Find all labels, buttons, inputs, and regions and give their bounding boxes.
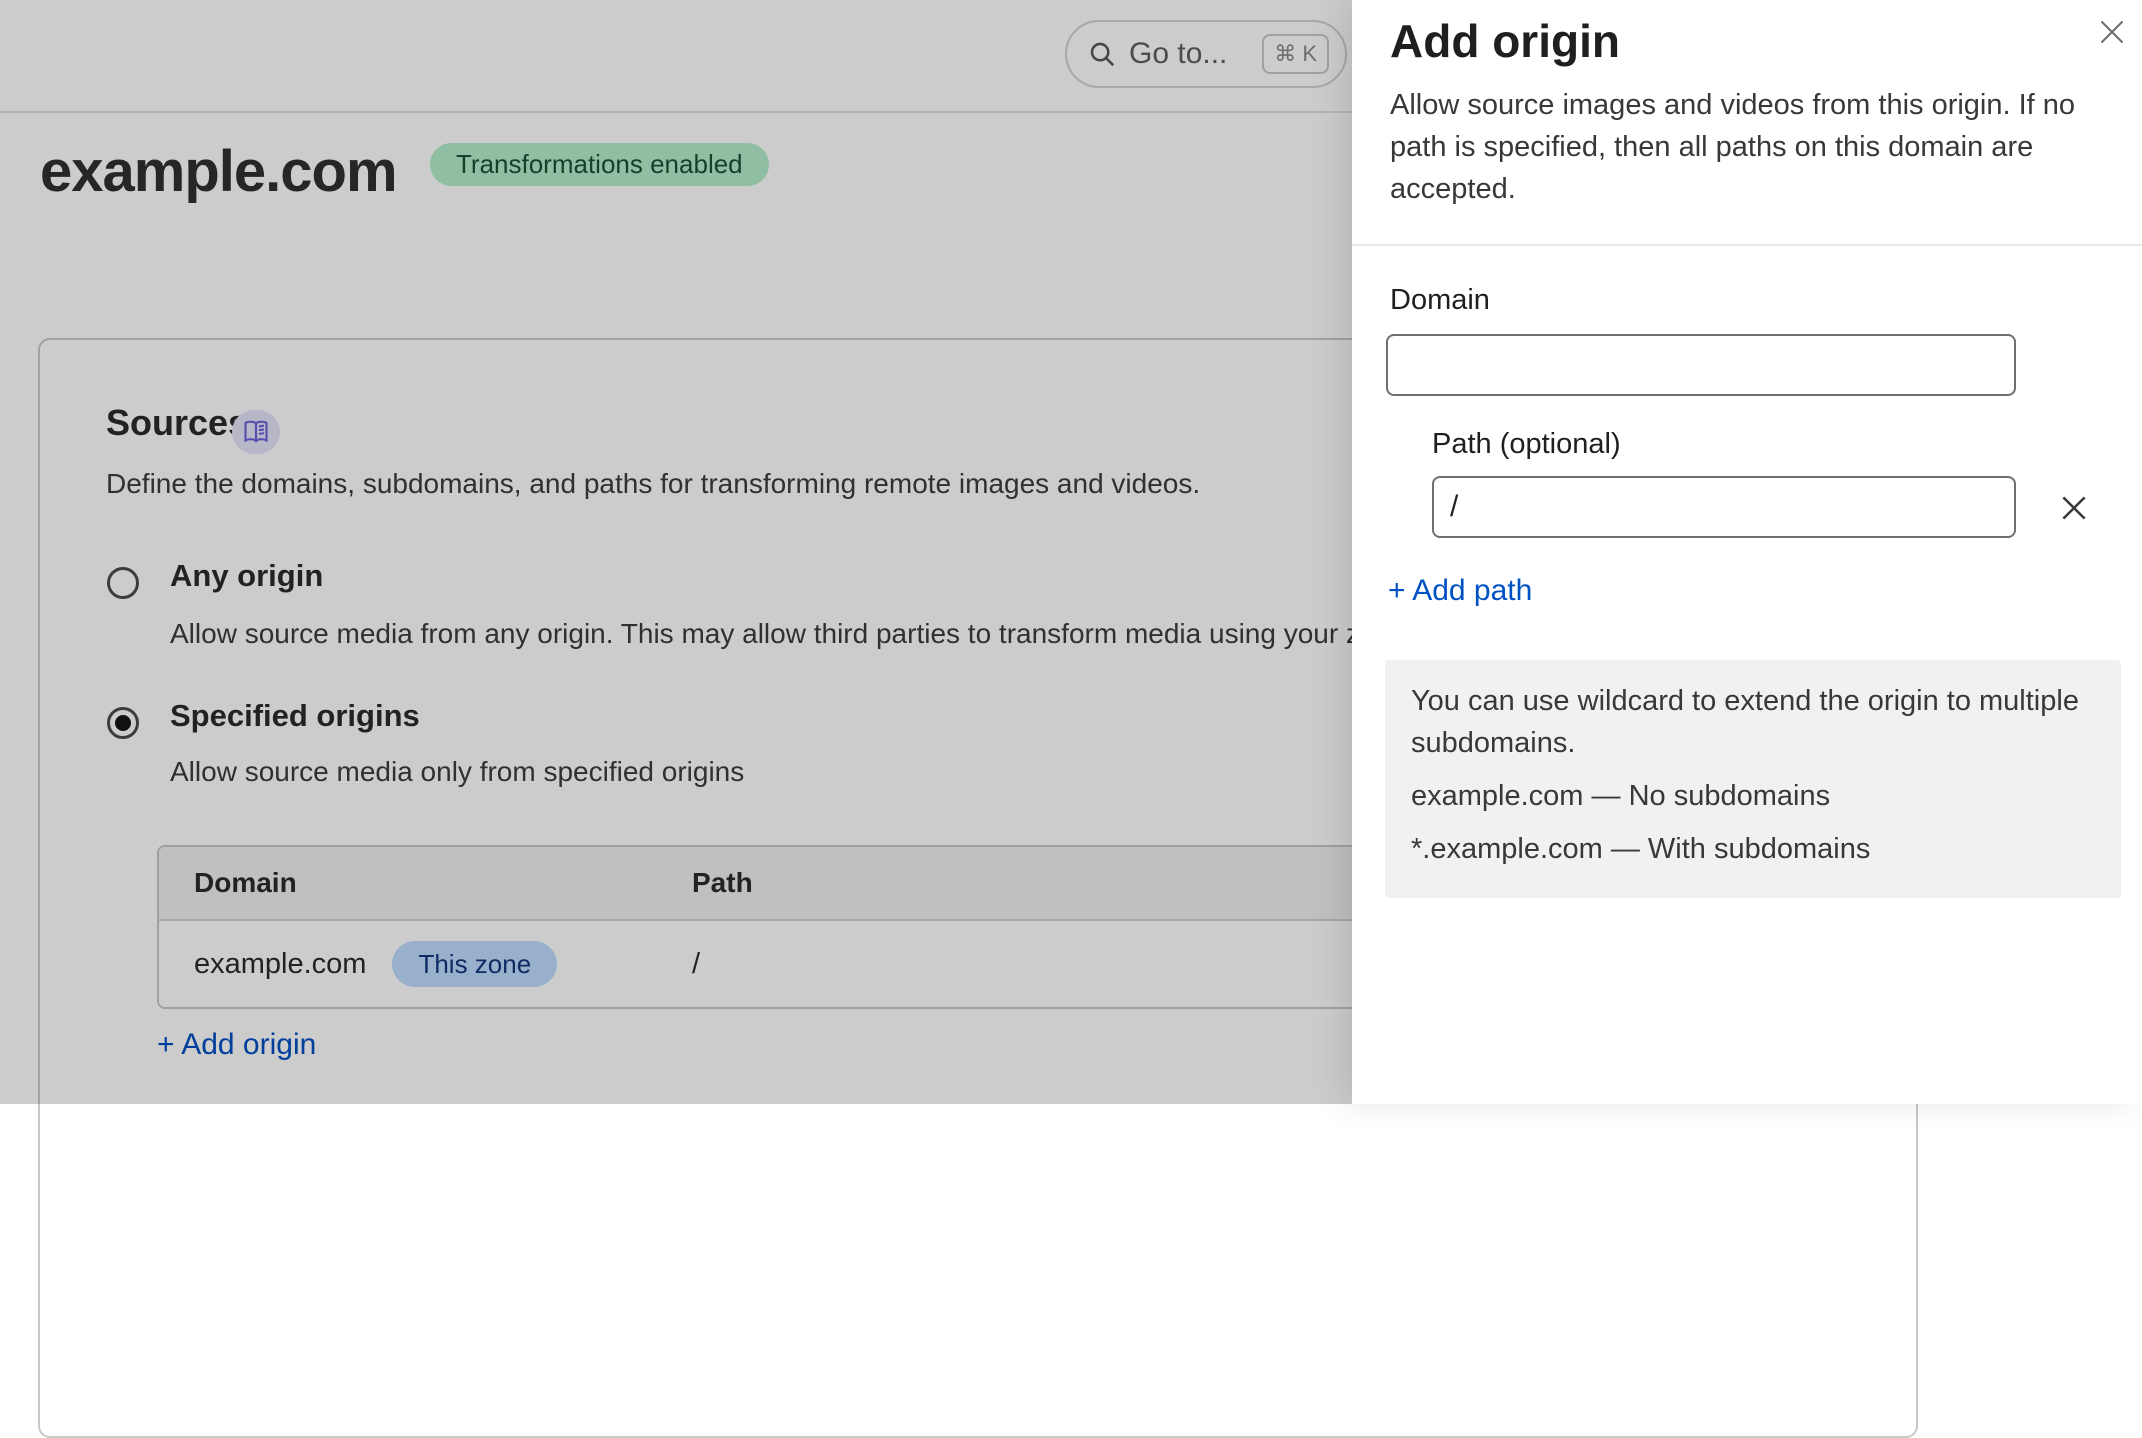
domain-field-label: Domain — [1390, 284, 1490, 317]
wildcard-example-no-subdomains: example.com — No subdomains — [1411, 775, 2095, 817]
wildcard-example-with-subdomains: *.example.com — With subdomains — [1411, 828, 2095, 870]
add-origin-panel: Add origin Allow source images and video… — [1352, 0, 2142, 1104]
path-input[interactable] — [1432, 476, 2016, 538]
panel-divider — [1352, 244, 2142, 246]
close-icon — [2098, 18, 2126, 46]
wildcard-info-box: You can use wildcard to extend the origi… — [1385, 660, 2121, 898]
remove-path-icon — [2058, 492, 2090, 524]
close-button[interactable] — [2088, 8, 2136, 56]
path-field-label: Path (optional) — [1432, 428, 1621, 461]
panel-description: Allow source images and videos from this… — [1390, 84, 2106, 210]
wildcard-info-text: You can use wildcard to extend the origi… — [1411, 680, 2095, 764]
add-path-link[interactable]: + Add path — [1388, 574, 1532, 608]
domain-input[interactable] — [1386, 334, 2016, 396]
remove-path-button[interactable] — [2052, 486, 2096, 530]
panel-title: Add origin — [1390, 14, 1620, 68]
